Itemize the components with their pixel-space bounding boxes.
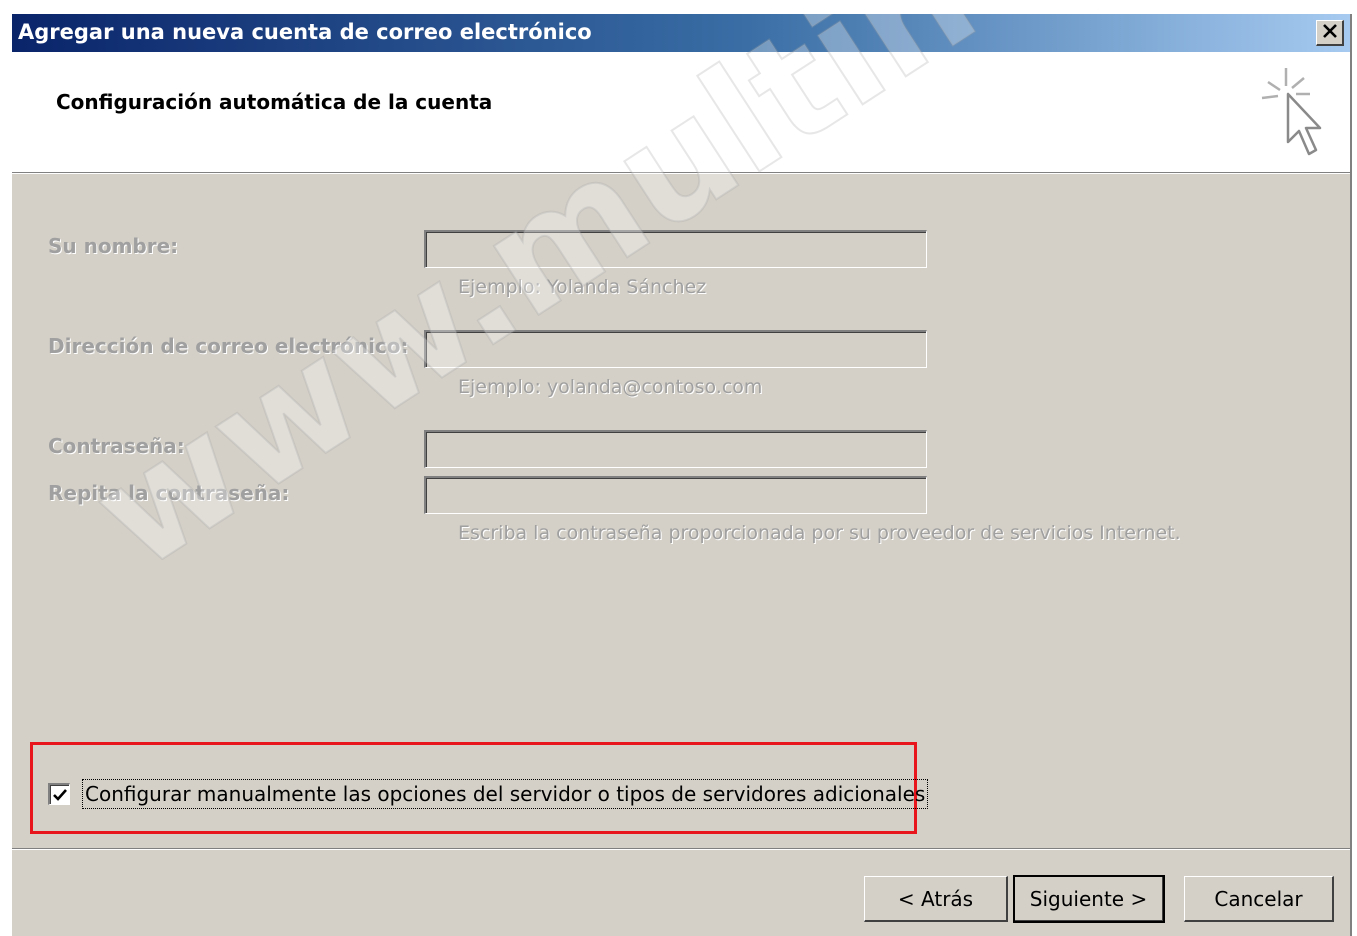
page-title: Configuración automática de la cuenta	[56, 90, 493, 114]
checkmark-icon	[52, 788, 67, 801]
password-label: Contraseña:	[48, 434, 185, 458]
close-icon	[1322, 22, 1338, 44]
footer-separator	[12, 848, 1350, 850]
header-separator	[12, 172, 1350, 174]
password-repeat-label: Repita la contraseña:	[48, 481, 290, 505]
name-label: Su nombre:	[48, 234, 179, 258]
next-button[interactable]: Siguiente >	[1013, 875, 1165, 923]
wizard-header: Configuración automática de la cuenta	[12, 52, 1350, 173]
password-hint: Escriba la contraseña proporcionada por …	[458, 522, 1181, 544]
wizard-cursor-icon	[1261, 68, 1322, 156]
email-input[interactable]	[424, 330, 927, 368]
manual-config-label[interactable]: Configurar manualmente las opciones del …	[82, 779, 929, 809]
cancel-button[interactable]: Cancelar	[1184, 876, 1334, 922]
password-input[interactable]	[424, 430, 927, 468]
manual-config-row[interactable]: Configurar manualmente las opciones del …	[48, 778, 929, 810]
close-button[interactable]	[1316, 20, 1344, 46]
title-bar[interactable]: Agregar una nueva cuenta de correo elect…	[12, 14, 1350, 52]
name-hint: Ejemplo: Yolanda Sánchez	[458, 276, 707, 298]
password-repeat-input[interactable]	[424, 476, 927, 514]
email-label: Dirección de correo electrónico:	[48, 334, 409, 358]
window-title: Agregar una nueva cuenta de correo elect…	[18, 20, 592, 44]
add-email-account-dialog: Agregar una nueva cuenta de correo elect…	[10, 14, 1352, 936]
name-input[interactable]	[424, 230, 927, 268]
back-button[interactable]: < Atrás	[864, 876, 1008, 922]
manual-config-checkbox[interactable]	[48, 783, 70, 805]
email-hint: Ejemplo: yolanda@contoso.com	[458, 376, 763, 398]
